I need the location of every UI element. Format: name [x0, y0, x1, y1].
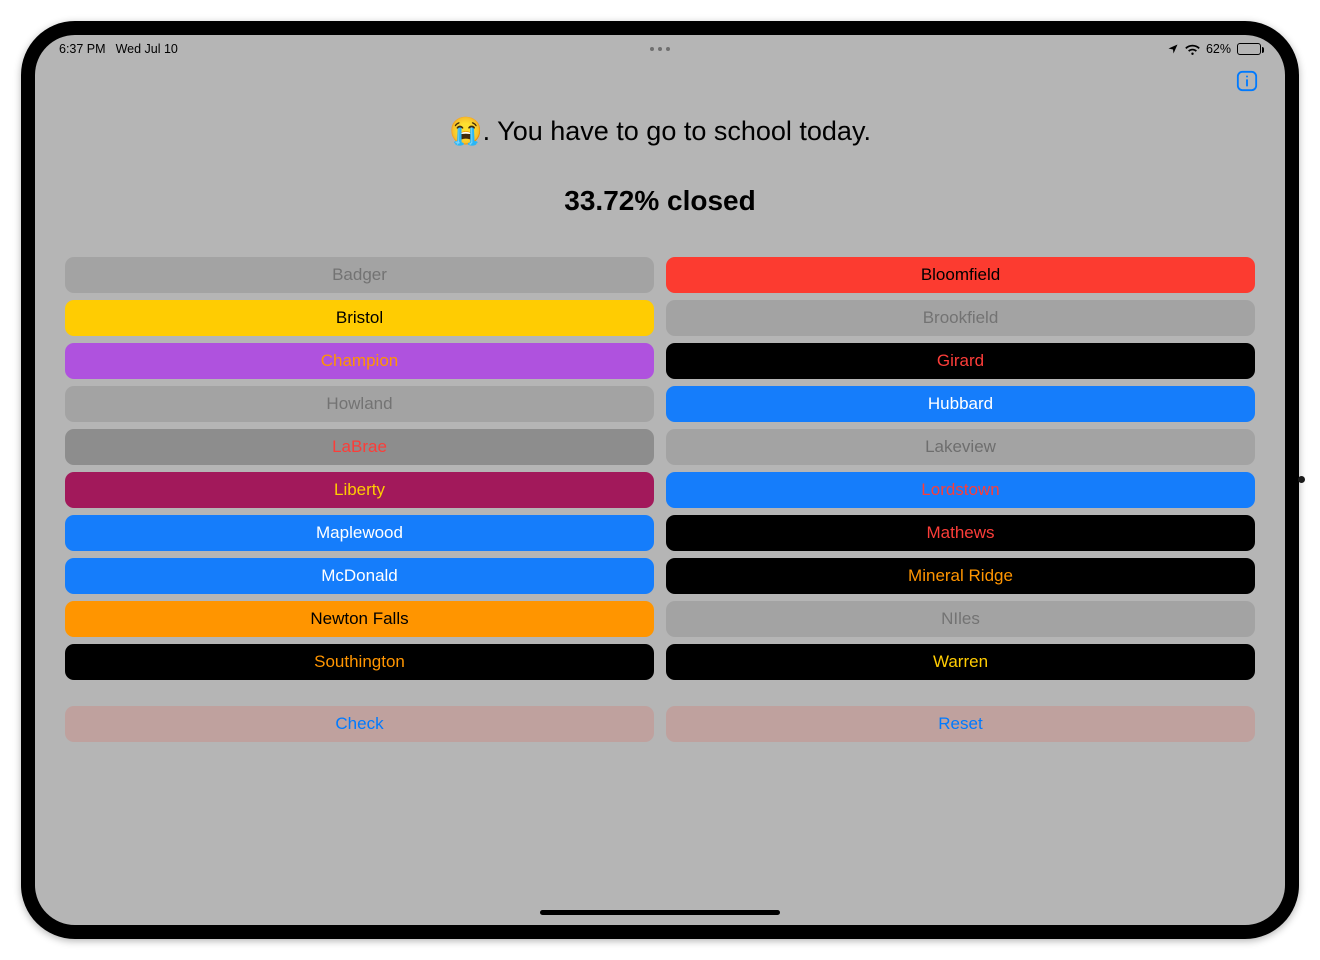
- school-tile[interactable]: Mineral Ridge: [666, 558, 1255, 594]
- school-tile[interactable]: McDonald: [65, 558, 654, 594]
- info-button[interactable]: [1235, 69, 1259, 93]
- school-tile[interactable]: Brookfield: [666, 300, 1255, 336]
- dot-icon: [658, 47, 662, 51]
- percent-closed: 33.72% closed: [35, 185, 1285, 217]
- location-icon: [1167, 43, 1179, 55]
- school-name: Southington: [314, 652, 405, 672]
- school-tile[interactable]: Bloomfield: [666, 257, 1255, 293]
- school-name: LaBrae: [332, 437, 387, 457]
- school-name: Lordstown: [921, 480, 999, 500]
- school-name: Bloomfield: [921, 265, 1000, 285]
- school-name: Warren: [933, 652, 988, 672]
- school-name: Maplewood: [316, 523, 403, 543]
- school-name: Brookfield: [923, 308, 999, 328]
- school-tile[interactable]: Champion: [65, 343, 654, 379]
- dot-icon: [666, 47, 670, 51]
- status-date: Wed Jul 10: [116, 42, 178, 56]
- school-name: Lakeview: [925, 437, 996, 457]
- school-name: NIles: [941, 609, 980, 629]
- school-tile[interactable]: Girard: [666, 343, 1255, 379]
- schools-grid: Badger Bloomfield Bristol Brookfield Champio…: [65, 257, 1255, 680]
- school-tile[interactable]: Lakeview: [666, 429, 1255, 465]
- school-name: Mineral Ridge: [908, 566, 1013, 586]
- status-battery-pct: 62%: [1206, 42, 1231, 56]
- school-tile[interactable]: Badger: [65, 257, 654, 293]
- school-name: Girard: [937, 351, 984, 371]
- battery-icon: [1237, 43, 1261, 55]
- school-tile[interactable]: Liberty: [65, 472, 654, 508]
- school-name: Hubbard: [928, 394, 993, 414]
- wifi-icon: [1185, 44, 1200, 55]
- school-tile[interactable]: NIles: [666, 601, 1255, 637]
- multitask-dots[interactable]: [650, 47, 670, 51]
- school-name: Mathews: [926, 523, 994, 543]
- school-tile[interactable]: Hubbard: [666, 386, 1255, 422]
- school-tile[interactable]: Mathews: [666, 515, 1255, 551]
- school-tile[interactable]: Bristol: [65, 300, 654, 336]
- reset-button[interactable]: Reset: [666, 706, 1255, 742]
- school-tile[interactable]: LaBrae: [65, 429, 654, 465]
- school-tile[interactable]: Warren: [666, 644, 1255, 680]
- status-time: 6:37 PM: [59, 42, 106, 56]
- headline-text: 😭. You have to go to school today.: [35, 115, 1285, 147]
- ipad-device-frame: 6:37 PM Wed Jul 10 62%: [21, 21, 1299, 939]
- home-indicator[interactable]: [540, 910, 780, 915]
- dot-icon: [650, 47, 654, 51]
- school-tile[interactable]: Howland: [65, 386, 654, 422]
- school-name: Champion: [321, 351, 399, 371]
- school-tile[interactable]: Southington: [65, 644, 654, 680]
- screen: 6:37 PM Wed Jul 10 62%: [35, 35, 1285, 925]
- status-bar: 6:37 PM Wed Jul 10 62%: [35, 35, 1285, 63]
- school-name: Liberty: [334, 480, 385, 500]
- info-icon: [1236, 70, 1258, 92]
- school-tile[interactable]: Newton Falls: [65, 601, 654, 637]
- school-name: McDonald: [321, 566, 398, 586]
- school-name: Bristol: [336, 308, 383, 328]
- school-name: Badger: [332, 265, 387, 285]
- school-name: Newton Falls: [310, 609, 408, 629]
- check-button[interactable]: Check: [65, 706, 654, 742]
- school-tile[interactable]: Maplewood: [65, 515, 654, 551]
- school-tile[interactable]: Lordstown: [666, 472, 1255, 508]
- school-name: Howland: [326, 394, 392, 414]
